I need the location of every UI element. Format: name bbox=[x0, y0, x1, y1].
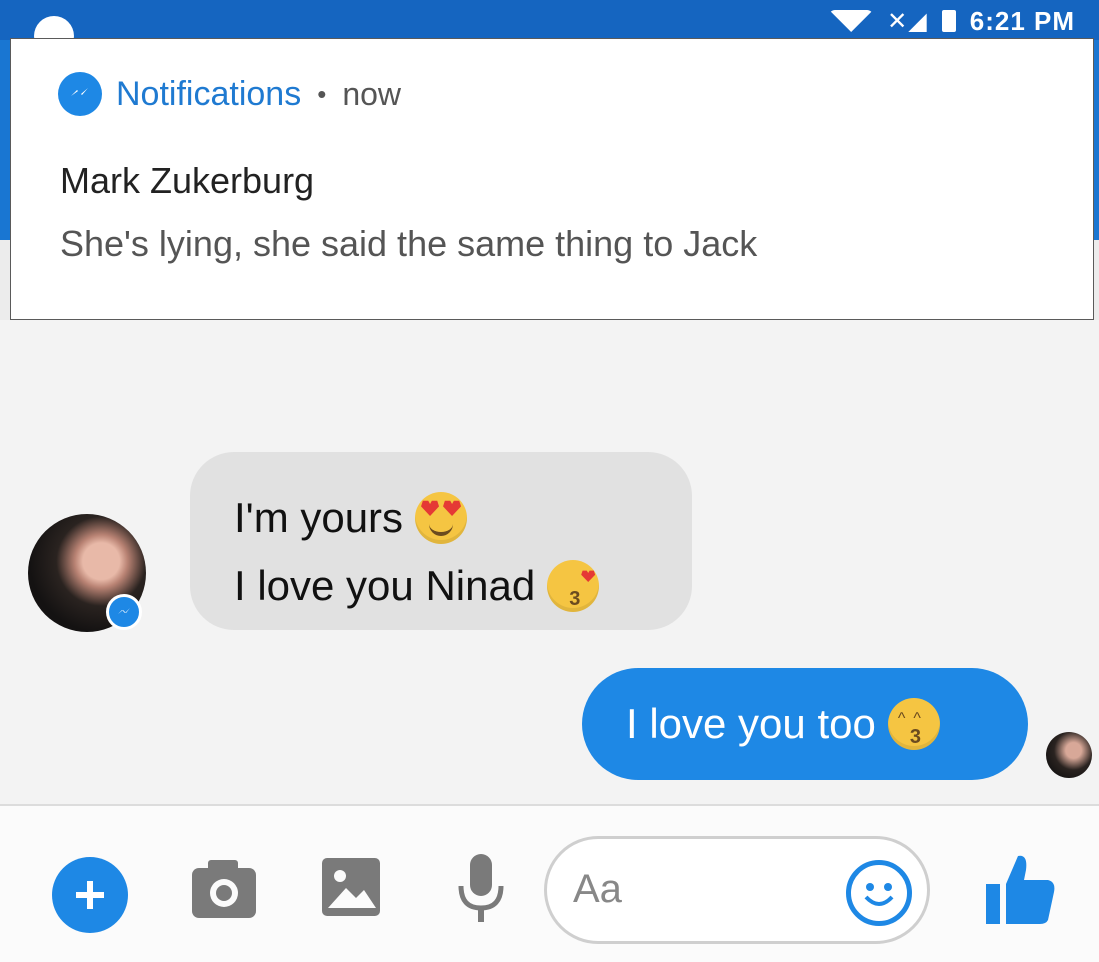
wifi-icon bbox=[829, 10, 874, 32]
notification-header: Notifications • now bbox=[58, 72, 401, 116]
notification-app-name: Notifications bbox=[116, 74, 302, 113]
notification-time: now bbox=[342, 75, 402, 112]
kissing-closed-eyes-emoji-icon: ^^ 3 bbox=[887, 698, 940, 750]
message-line: I love you Ninad 3 bbox=[234, 552, 692, 620]
status-indicators: ✕◢ 6:21 PM bbox=[829, 6, 1075, 36]
emoji-icon[interactable] bbox=[846, 860, 912, 926]
message-line: I love you too ^^ 3 bbox=[626, 698, 940, 750]
camera-icon[interactable] bbox=[190, 858, 258, 920]
notification-message: She's lying, she said the same thing to … bbox=[60, 223, 758, 264]
incoming-message-bubble[interactable]: I'm yours I love you Ninad 3 bbox=[190, 452, 692, 630]
notification-sender: Mark Zukerburg bbox=[60, 160, 315, 201]
messenger-icon bbox=[58, 72, 102, 116]
message-text: I love you Ninad bbox=[234, 562, 536, 609]
gallery-icon[interactable] bbox=[320, 856, 382, 918]
battery-icon bbox=[941, 10, 956, 32]
heart-eyes-emoji-icon bbox=[415, 492, 468, 544]
status-bar: ✕◢ 6:21 PM bbox=[0, 0, 1099, 56]
microphone-icon[interactable] bbox=[456, 852, 506, 926]
seen-avatar bbox=[1046, 732, 1092, 778]
notification-separator: • bbox=[317, 78, 327, 109]
message-text: I'm yours bbox=[234, 494, 404, 541]
signal-icon: ✕◢ bbox=[887, 7, 928, 35]
thumbs-up-icon[interactable] bbox=[984, 850, 1056, 926]
status-time: 6:21 PM bbox=[969, 5, 1075, 36]
message-text: I love you too bbox=[626, 700, 876, 747]
messenger-badge-icon bbox=[106, 594, 142, 630]
outgoing-message-bubble[interactable]: I love you too ^^ 3 bbox=[582, 668, 1028, 780]
plus-icon[interactable] bbox=[52, 857, 128, 933]
message-line: I'm yours bbox=[234, 484, 692, 552]
kissing-heart-emoji-icon: 3 bbox=[547, 560, 600, 612]
message-input-placeholder: Aa bbox=[573, 867, 622, 911]
